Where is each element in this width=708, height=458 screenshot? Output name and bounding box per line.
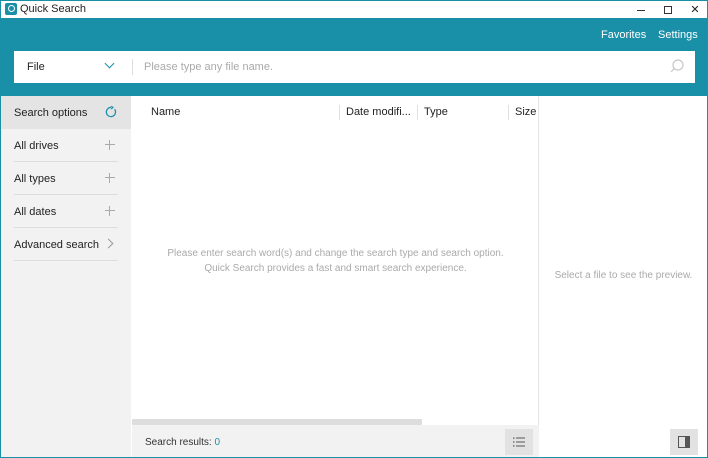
app-window: Quick Search ✕ Favorites Settings File S… — [0, 0, 708, 458]
sidebar-item-label: Advanced search — [14, 239, 99, 251]
search-options-title: Search options — [14, 107, 88, 119]
search-results-status: Search results: 0 — [145, 437, 220, 448]
search-divider — [132, 59, 133, 75]
search-type-value: File — [27, 61, 45, 73]
window-title: Quick Search — [20, 3, 87, 15]
sidebar-item-dates[interactable]: All dates — [1, 195, 131, 228]
search-options-header: Search options — [1, 96, 131, 129]
search-type-dropdown[interactable]: File — [14, 51, 132, 83]
sidebar-item-advanced-search[interactable]: Advanced search — [1, 228, 131, 261]
column-separator[interactable] — [417, 105, 418, 120]
close-button[interactable]: ✕ — [680, 1, 707, 18]
refresh-icon[interactable] — [105, 106, 117, 118]
sidebar-item-label: All dates — [14, 206, 57, 218]
column-separator[interactable] — [508, 105, 509, 120]
preview-panel: Select a file to see the preview. — [540, 96, 707, 457]
settings-link[interactable]: Settings — [658, 29, 698, 41]
column-separator[interactable] — [339, 105, 340, 120]
empty-message-line-2: Quick Search provides a fast and smart s… — [204, 263, 467, 274]
preview-panel-icon — [678, 436, 690, 448]
column-header-name[interactable]: Name — [151, 96, 180, 129]
divider — [14, 260, 118, 261]
search-options-sidebar: Search options All drives All types All … — [1, 96, 131, 457]
search-results-count: 0 — [214, 437, 221, 448]
sidebar-item-label: All types — [14, 173, 56, 185]
minimize-button[interactable] — [626, 1, 656, 18]
chevron-right-icon — [103, 238, 114, 249]
favorites-link[interactable]: Favorites — [601, 29, 646, 41]
plus-icon — [105, 173, 115, 183]
status-bar: Search results: 0 — [132, 425, 539, 457]
results-panel: Name Date modifi... Type Size Please ent… — [132, 96, 539, 457]
search-bar: File — [14, 51, 695, 83]
column-header-date-modified[interactable]: Date modifi... — [346, 96, 411, 129]
preview-placeholder: Select a file to see the preview. — [554, 270, 693, 281]
sidebar-item-types[interactable]: All types — [1, 162, 131, 195]
header-bar: Favorites Settings File — [1, 18, 707, 96]
column-header-type[interactable]: Type — [424, 96, 448, 129]
sidebar-item-drives[interactable]: All drives — [1, 129, 131, 162]
plus-icon — [105, 140, 115, 150]
empty-message-line-1: Please enter search word(s) and change t… — [167, 248, 504, 259]
list-view-button[interactable] — [505, 429, 533, 455]
search-icon[interactable] — [670, 59, 684, 73]
app-logo-icon — [5, 3, 17, 15]
plus-icon — [105, 206, 115, 216]
list-view-icon — [513, 437, 525, 447]
empty-results-message: Please enter search word(s) and change t… — [132, 246, 539, 276]
minimize-icon — [637, 10, 645, 11]
column-header-size[interactable]: Size — [515, 96, 536, 129]
maximize-icon — [664, 5, 672, 14]
search-results-label: Search results: — [145, 437, 212, 448]
maximize-button[interactable] — [653, 1, 683, 18]
toggle-preview-button[interactable] — [670, 429, 698, 455]
title-bar[interactable]: Quick Search ✕ — [1, 1, 707, 18]
search-input[interactable] — [144, 51, 654, 83]
chevron-down-icon — [104, 58, 115, 69]
sidebar-item-label: All drives — [14, 140, 59, 152]
